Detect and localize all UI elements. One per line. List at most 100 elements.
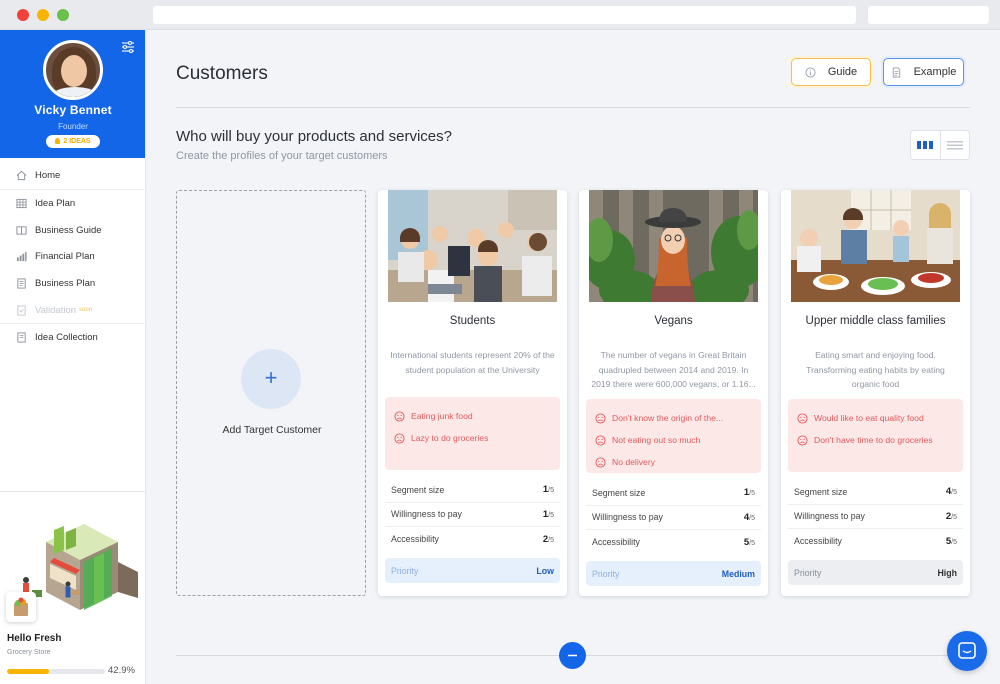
priority-label: Priority [592,568,620,579]
maximize-window-button[interactable] [57,9,69,21]
collection-icon [17,332,26,343]
project-name: Hello Fresh [7,633,62,644]
home-icon [16,170,27,181]
priority-value: Medium [721,568,755,579]
metric-label: Willingness to pay [391,509,462,520]
pain-point: Don't have time to do groceries [797,429,963,451]
sidebar-item-financial-plan[interactable]: Financial Plan [0,243,146,270]
shopping-bag-icon [6,592,36,622]
pain-point-text: No delivery [612,457,655,467]
sidebar-item-idea-collection[interactable]: Idea Collection [0,324,146,351]
pain-point-text: Would like to eat quality food [814,413,924,423]
customer-name: Upper middle class families [805,315,946,327]
guide-button[interactable]: Guide [791,58,871,86]
sad-face-icon [797,412,808,424]
add-target-customer-card[interactable]: + Add Target Customer [176,190,366,596]
sidebar-item-idea-plan[interactable]: Idea Plan [0,190,146,217]
grid-icon [16,198,27,208]
willingness-row: Willingness to pay 4/5 [586,506,761,530]
profile-name: Vicky Bennet [34,103,112,117]
customer-card-vegans[interactable]: Vegans The number of vegans in Great Bri… [579,190,768,596]
grid-view-button[interactable] [911,131,941,159]
guide-button-label: Guide [827,66,858,78]
metric-label: Segment size [592,487,646,498]
search-bar[interactable] [868,6,989,24]
priority-value: High [937,567,957,578]
metrics: Segment size 1/5 Willingness to pay 1/5 Ac… [385,478,560,552]
add-target-customer-label: Add Target Customer [222,424,322,436]
accessibility-row: Accessibility 5/5 [788,529,963,554]
priority-row: Priority High [788,560,963,585]
willingness-row: Willingness to pay 1/5 [385,503,560,527]
address-bar[interactable] [153,6,856,24]
ideas-badge[interactable]: 2 IDEAS [46,135,100,148]
ideas-badge-label: 2 IDEAS [63,138,91,145]
segment-size-row: Segment size 1/5 [586,481,761,506]
sidebar-item-label: Validation [35,304,77,316]
sidebar: Vicky Bennet Founder 2 IDEAS Home Idea P… [0,30,146,684]
sad-face-icon [595,456,606,468]
metrics: Segment size 1/5 Willingness to pay 4/5 Ac… [586,481,761,555]
collapse-button[interactable] [559,642,586,669]
pain-point-text: Don't know the origin of the... [612,413,724,423]
example-button[interactable]: Example [883,58,964,86]
section-subtitle: Create the profiles of your target custo… [176,150,388,162]
pain-point: No delivery [595,451,761,473]
list-view-button[interactable] [941,131,970,159]
profile-role: Founder [58,122,88,131]
metric-label: Segment size [391,484,445,495]
pain-point-text: Not eating out so much [612,435,701,445]
family-dinner-photo [791,190,960,302]
soon-tag: soon [79,307,93,314]
customer-card-families[interactable]: Upper middle class families Eating smart… [781,190,970,596]
plus-icon[interactable]: + [241,349,301,409]
sidebar-item-business-guide[interactable]: Business Guide [0,217,146,244]
section-title: Who will buy your products and services? [176,128,452,145]
vegans-photo [589,190,758,302]
project-type: Grocery Store [7,649,51,656]
sad-face-icon [797,434,808,446]
columns-icon [917,141,934,149]
customer-description: Eating smart and enjoying food. Transfor… [806,350,945,389]
list-icon [946,141,963,150]
pain-point: Would like to eat quality food [797,407,963,429]
accessibility-row: Accessibility 5/5 [586,530,761,555]
metric-label: Willingness to pay [592,512,663,523]
minimize-window-button[interactable] [37,9,49,21]
sidebar-item-business-plan[interactable]: Business Plan [0,270,146,297]
students-photo [388,190,557,302]
document-icon [17,278,26,289]
metric-value: 1/5 [743,487,755,499]
metric-value: 4/5 [945,486,957,498]
metric-value: 5/5 [743,536,755,548]
bar-chart-icon [16,252,27,262]
sidebar-item-label: Business Guide [35,224,102,236]
accessibility-row: Accessibility 2/5 [385,527,560,552]
pain-point: Don't know the origin of the... [595,407,761,429]
sidebar-item-home[interactable]: Home [0,162,146,190]
sad-face-icon [595,434,606,446]
priority-label: Priority [794,567,822,578]
page-title: Customers [176,63,268,84]
customer-description: International students represent 20% of … [390,350,555,375]
project-progress-fill [7,669,50,674]
priority-label: Priority [391,565,419,576]
metric-value: 1/5 [542,508,554,520]
chat-button[interactable] [947,631,987,671]
view-toggle [910,130,970,160]
close-window-button[interactable] [17,9,29,21]
avatar[interactable] [43,40,103,100]
sidebar-item-label: Idea Plan [35,197,76,209]
metrics: Segment size 4/5 Willingness to pay 2/5 Ac… [788,480,963,554]
sliders-icon[interactable] [121,40,135,54]
metric-value: 5/5 [945,535,957,547]
customer-card-students[interactable]: Students International students represen… [378,190,567,596]
book-icon [16,225,27,235]
segment-size-row: Segment size 4/5 [788,480,963,505]
metric-label: Accessibility [391,534,439,545]
example-button-label: Example [913,66,957,78]
pain-point: Lazy to do groceries [394,427,560,449]
pain-point-text: Don't have time to do groceries [814,435,933,445]
sad-face-icon [595,412,606,424]
metric-value: 1/5 [542,484,554,496]
